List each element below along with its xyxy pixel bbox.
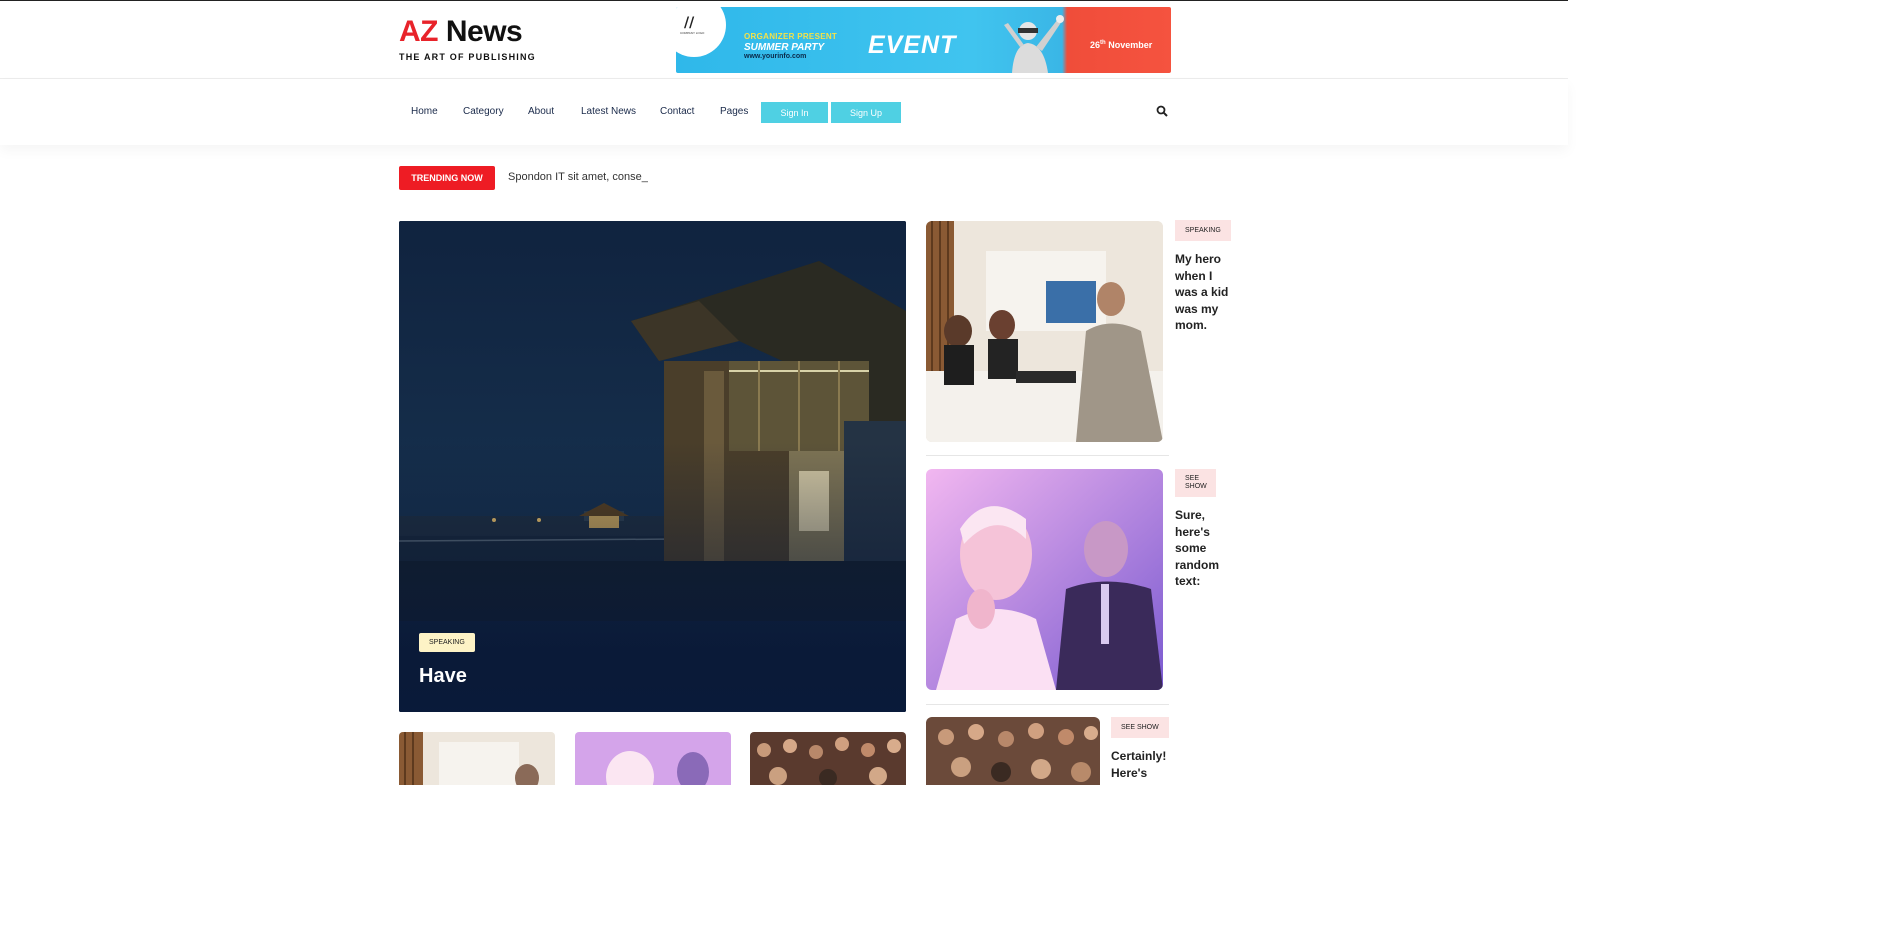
bottom-thumb-2[interactable] — [575, 732, 731, 785]
site-logo[interactable]: AZ News THE ART OF PUBLISHING — [399, 15, 536, 63]
hero-title[interactable]: Have — [419, 665, 467, 688]
site-header: AZ News THE ART OF PUBLISHING // COMPANY… — [0, 1, 1568, 79]
banner-organizer-text: ORGANIZER PRESENT — [744, 32, 838, 41]
banner-date: 26th November — [1090, 40, 1153, 50]
nav-category[interactable]: Category — [463, 106, 504, 117]
banner-event-text: EVENT — [868, 31, 957, 59]
side-divider-1 — [926, 455, 1169, 456]
side-divider-2 — [926, 704, 1169, 705]
bottom-thumb-1[interactable] — [399, 732, 555, 785]
side-post-1-image[interactable] — [926, 221, 1163, 442]
nav-latest-news[interactable]: Latest News — [581, 106, 636, 117]
trending-now-badge: TRENDING NOW — [399, 166, 495, 190]
search-icon[interactable] — [1156, 105, 1168, 117]
bottom-thumb-3[interactable] — [750, 732, 906, 785]
side-post-1-tag[interactable]: SPEAKING — [1175, 220, 1231, 241]
nav-pages[interactable]: Pages — [720, 106, 748, 117]
side-post-3-tag[interactable]: SEE SHOW — [1111, 717, 1169, 738]
side-post-2-title[interactable]: Sure, here's some random text: — [1175, 507, 1225, 590]
nav-about[interactable]: About — [528, 106, 554, 117]
banner-dj-image — [1004, 15, 1064, 73]
ad-banner[interactable]: // COMPANY LOGO ORGANIZER PRESENT SUMMER… — [676, 7, 1171, 73]
hero-image — [399, 221, 906, 712]
nav-home[interactable]: Home — [411, 106, 438, 117]
sign-in-button[interactable]: Sign In — [761, 102, 828, 123]
logo-news: News — [445, 15, 523, 48]
trending-ticker-text[interactable]: Spondon IT sit amet, conse_ — [508, 171, 648, 183]
banner-company-label: COMPANY LOGO — [680, 31, 705, 35]
logo-az: AZ — [399, 15, 439, 48]
side-post-3-title[interactable]: Certainly! Here's — [1111, 748, 1171, 781]
side-post-1-title[interactable]: My hero when I was a kid was my mom. — [1175, 251, 1235, 334]
nav-contact[interactable]: Contact — [660, 106, 694, 117]
logo-tagline: THE ART OF PUBLISHING — [399, 52, 536, 62]
banner-party-text: SUMMER PARTY — [744, 42, 825, 53]
sign-up-button[interactable]: Sign Up — [831, 102, 901, 123]
banner-url-text: www.yourinfo.com — [744, 53, 807, 60]
banner-company-logo: // COMPANY LOGO — [676, 7, 726, 57]
side-post-2-tag[interactable]: SEE SHOW — [1175, 469, 1216, 497]
side-post-2-image[interactable] — [926, 469, 1163, 690]
side-post-3-image[interactable] — [926, 717, 1100, 785]
hero-article[interactable]: SPEAKING Have — [399, 221, 906, 712]
main-nav: Home Category About Latest News Contact … — [0, 79, 1568, 145]
company-logo-icon: // — [684, 15, 695, 31]
hero-category-tag[interactable]: SPEAKING — [419, 633, 475, 652]
